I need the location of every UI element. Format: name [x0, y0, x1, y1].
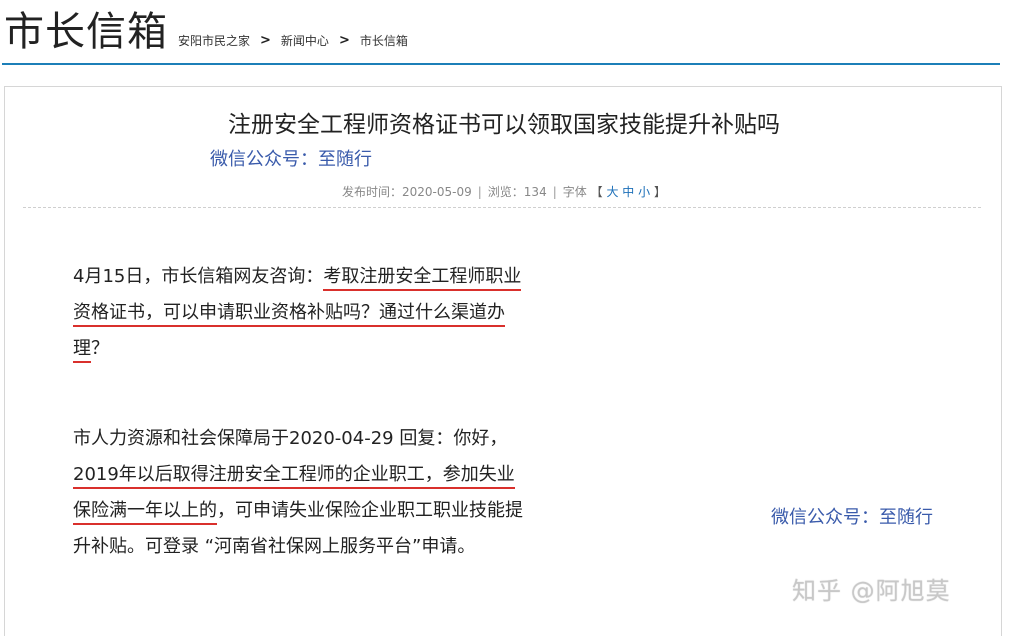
font-size-medium-link[interactable]: 中	[622, 185, 634, 199]
article-panel: 注册安全工程师资格证书可以领取国家技能提升补贴吗 微信公众号：至随行 发布时间：…	[4, 86, 1002, 636]
inquiry-intro: 4月15日，市长信箱网友咨询：	[73, 266, 324, 287]
breadcrumb-item-news[interactable]: 新闻中心	[281, 32, 329, 50]
header-divider	[2, 63, 1000, 65]
reply-paragraph: 市人力资源和社会保障局于2020-04-29 回复：你好，2019年以后取得注册…	[73, 421, 523, 565]
view-count: 浏览：134	[487, 185, 547, 199]
breadcrumb-separator: >	[260, 33, 271, 48]
publish-time: 发布时间：2020-05-09	[342, 185, 472, 199]
article-title: 注册安全工程师资格证书可以领取国家技能提升补贴吗	[228, 112, 780, 138]
page-header: 市长信箱 安阳市民之家 > 新闻中心 > 市长信箱	[0, 0, 1011, 66]
font-size-large-link[interactable]: 大	[606, 185, 618, 199]
reply-intro: 市人力资源和社会保障局于2020-04-29 回复：你好，	[73, 428, 508, 449]
inquiry-paragraph: 4月15日，市长信箱网友咨询：考取注册安全工程师职业资格证书，可以申请职业资格补…	[73, 259, 523, 367]
breadcrumb: 安阳市民之家 > 新闻中心 > 市长信箱	[178, 32, 408, 50]
font-size-label: 字体	[562, 185, 587, 199]
wechat-label-top: 微信公众号：至随行	[210, 149, 372, 170]
breadcrumb-separator: >	[338, 33, 350, 48]
article-meta: 发布时间：2020-05-09 | 浏览：134 | 字体 【 大 中 小 】	[342, 185, 666, 199]
zhihu-watermark: 知乎 @阿旭莫	[792, 577, 951, 605]
section-title: 市长信箱	[4, 9, 168, 55]
wechat-label-side: 微信公众号：至随行	[771, 507, 933, 528]
breadcrumb-item-home[interactable]: 安阳市民之家	[178, 32, 250, 50]
font-size-small-link[interactable]: 小	[638, 185, 650, 199]
meta-divider	[23, 207, 981, 208]
breadcrumb-item-mailbox[interactable]: 市长信箱	[360, 32, 408, 50]
